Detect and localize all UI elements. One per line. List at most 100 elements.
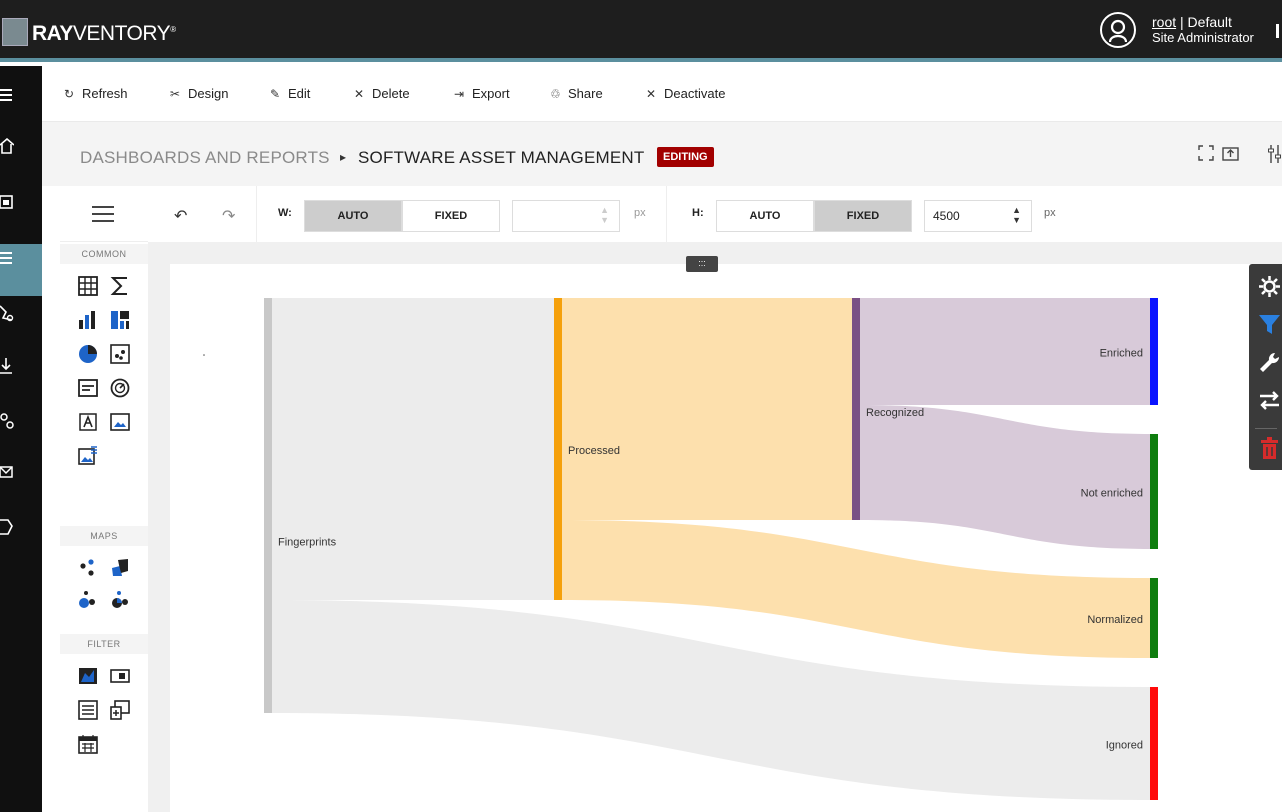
combo-filter-icon[interactable]	[110, 666, 130, 686]
height-label: H:	[692, 207, 704, 219]
bound-image-widget-icon[interactable]	[78, 446, 98, 466]
height-auto-button[interactable]: AUTO	[716, 200, 814, 232]
sliders-icon[interactable]	[1268, 145, 1282, 163]
user-name-link[interactable]: root	[1152, 14, 1176, 30]
page-title: SOFTWARE ASSET MANAGEMENT	[358, 148, 645, 167]
width-label: W:	[278, 207, 292, 219]
sankey-node-recognized[interactable]	[852, 298, 860, 520]
trash-icon[interactable]	[1257, 436, 1282, 461]
gauge-widget-icon[interactable]	[110, 378, 130, 398]
sankey-node-ignored[interactable]	[1150, 687, 1158, 800]
export-button[interactable]: ⇥ Export	[454, 86, 510, 101]
app-logo[interactable]: RAYVENTORY®	[32, 22, 176, 46]
logo-icon	[2, 18, 28, 46]
deactivate-icon: ✕	[646, 87, 657, 101]
sankey-link-processed-recognized[interactable]	[562, 298, 852, 520]
breadcrumb-separator: ▸	[340, 150, 347, 164]
user-name: root | Default	[1152, 14, 1232, 30]
refresh-button[interactable]: ↻ Refresh	[64, 86, 128, 101]
share-icon: ♲	[550, 87, 561, 101]
settings-gear-icon[interactable]	[1257, 274, 1282, 299]
list-icon[interactable]	[0, 250, 14, 266]
width-fixed-button[interactable]: FIXED	[402, 200, 500, 232]
hamburger-icon	[92, 206, 114, 227]
sizing-toolbar: ↶ ↷ W: AUTO FIXED ▲ ▼ px H: AUTO FIXED 45…	[148, 186, 1282, 242]
dashboard-icon[interactable]	[0, 194, 14, 210]
edit-button[interactable]: ✎ Edit	[270, 86, 310, 101]
upload-icon[interactable]	[1222, 145, 1240, 161]
text-widget-icon[interactable]	[78, 412, 98, 432]
filter-icon[interactable]	[1257, 312, 1282, 337]
scatter-widget-icon[interactable]	[110, 344, 130, 364]
height-stepper-icon[interactable]: ▲ ▼	[1012, 205, 1021, 225]
mail-settings-icon[interactable]	[0, 464, 14, 482]
date-filter-icon[interactable]	[78, 734, 98, 754]
user-role: Site Administrator	[1152, 30, 1254, 45]
home-icon[interactable]	[0, 138, 14, 154]
menu-icon[interactable]	[0, 88, 14, 102]
sankey-node-not-enriched[interactable]	[1150, 434, 1158, 549]
connector-icon[interactable]	[0, 304, 14, 322]
redo-icon[interactable]: ↷	[222, 206, 235, 226]
bar-chart-widget-icon[interactable]	[78, 310, 98, 330]
wrench-icon[interactable]	[1257, 350, 1282, 375]
list-filter-icon[interactable]	[78, 700, 98, 720]
user-settings-icon[interactable]	[0, 412, 14, 430]
pie-chart-widget-icon[interactable]	[78, 344, 98, 364]
widget-tools	[1249, 264, 1282, 470]
delete-button[interactable]: ✕ Delete	[354, 86, 410, 101]
design-icon: ✂	[170, 87, 181, 101]
sankey-link-recognized-not-enriched[interactable]	[860, 405, 1150, 549]
width-unit: px	[634, 207, 646, 219]
sankey-node-fingerprints[interactable]	[264, 298, 272, 713]
palette-section-filter: FILTER	[60, 634, 148, 654]
sankey-label-recognized: Recognized	[866, 407, 924, 419]
sankey-label-fingerprints: Fingerprints	[278, 537, 337, 549]
choropleth-map-icon[interactable]	[110, 558, 130, 578]
pie-map-icon[interactable]	[110, 590, 130, 610]
height-fixed-button[interactable]: FIXED	[814, 200, 912, 232]
status-badge: EDITING	[657, 147, 714, 167]
sankey-node-enriched[interactable]	[1150, 298, 1158, 405]
palette-menu-button[interactable]	[60, 186, 148, 242]
refresh-icon: ↻	[64, 87, 75, 101]
card-widget-icon[interactable]	[78, 378, 98, 398]
download-icon[interactable]	[0, 358, 14, 376]
sum-widget-icon[interactable]	[110, 276, 130, 296]
image-widget-icon[interactable]	[110, 412, 130, 432]
sankey-node-processed[interactable]	[554, 298, 562, 600]
user-avatar-icon[interactable]	[1100, 12, 1136, 48]
sankey-links	[272, 298, 1150, 800]
edit-icon: ✎	[270, 87, 281, 101]
left-nav	[0, 66, 42, 812]
treemap-widget-icon[interactable]	[110, 310, 130, 330]
plugin-icon[interactable]	[0, 518, 14, 536]
width-stepper-icon[interactable]: ▲ ▼	[600, 205, 609, 225]
breadcrumb-root-link[interactable]: DASHBOARDS AND REPORTS	[80, 148, 330, 168]
convert-icon[interactable]	[1257, 388, 1282, 413]
bubble-map-icon[interactable]	[78, 590, 98, 610]
sankey-chart[interactable]: Fingerprints Processed Recognized Enriched N…	[170, 264, 1250, 812]
separator	[1255, 428, 1277, 429]
sankey-node-normalized[interactable]	[1150, 578, 1158, 658]
widget-palette: COMMON MAPS FILTER	[60, 186, 148, 812]
fullscreen-icon[interactable]	[1198, 145, 1214, 161]
sankey-label-enriched: Enriched	[1100, 348, 1143, 360]
chart-dot	[203, 354, 205, 356]
design-button[interactable]: ✂ Design	[170, 86, 228, 101]
tree-filter-icon[interactable]	[110, 700, 130, 720]
height-input[interactable]: 4500 ▲ ▼	[924, 200, 1032, 232]
top-bar: RAYVENTORY® root | Default Site Administ…	[0, 0, 1282, 62]
undo-icon[interactable]: ↶	[174, 206, 187, 226]
range-filter-icon[interactable]	[78, 666, 98, 686]
palette-section-maps: MAPS	[60, 526, 148, 546]
width-auto-button[interactable]: AUTO	[304, 200, 402, 232]
table-widget-icon[interactable]	[78, 276, 98, 296]
breadcrumb: DASHBOARDS AND REPORTS ▸ SOFTWARE ASSET …	[42, 122, 1282, 186]
share-button[interactable]: ♲ Share	[550, 86, 603, 101]
width-input[interactable]: ▲ ▼	[512, 200, 620, 232]
geo-point-map-icon[interactable]	[78, 558, 98, 578]
sankey-link-fingerprints-processed[interactable]	[272, 298, 554, 600]
deactivate-button[interactable]: ✕ Deactivate	[646, 86, 725, 101]
palette-section-common: COMMON	[60, 244, 148, 264]
